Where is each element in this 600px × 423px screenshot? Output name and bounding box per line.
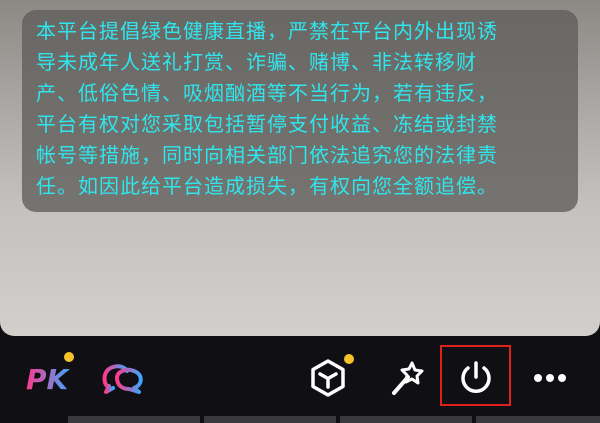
strip-segment [204,416,336,423]
chat-bubbles-icon [102,364,143,394]
magic-wand-icon [392,361,424,395]
pk-icon: PK [26,363,70,396]
more-button[interactable] [526,354,574,402]
power-button-highlight-box [440,345,511,406]
beauty-effects-button[interactable] [382,354,430,402]
platform-notice-banner: 本平台提倡绿色健康直播，严禁在平台内外出现诱 导未成年人送礼打赏、诈骗、赌博、非… [22,10,578,212]
more-icon [534,374,566,382]
strip-segment [476,416,600,423]
live-video-area: ⌄ 本平台提倡绿色健康直播，严禁在平台内外出现诱 导未成年人送礼打赏、诈骗、赌博… [0,0,600,336]
pk-button[interactable]: PK [22,352,74,402]
platform-notice-text: 本平台提倡绿色健康直播，严禁在平台内外出现诱 导未成年人送礼打赏、诈骗、赌博、非… [36,19,498,198]
pk-notification-badge [64,352,74,362]
hexagon-box-icon [311,359,345,397]
bottom-strip [0,416,600,423]
chat-button[interactable] [100,354,148,402]
toolbox-button[interactable] [304,354,354,402]
pk-label: PK [26,363,70,396]
strip-segment [340,416,472,423]
strip-segment [68,416,200,423]
toolbox-notification-badge [344,354,354,364]
